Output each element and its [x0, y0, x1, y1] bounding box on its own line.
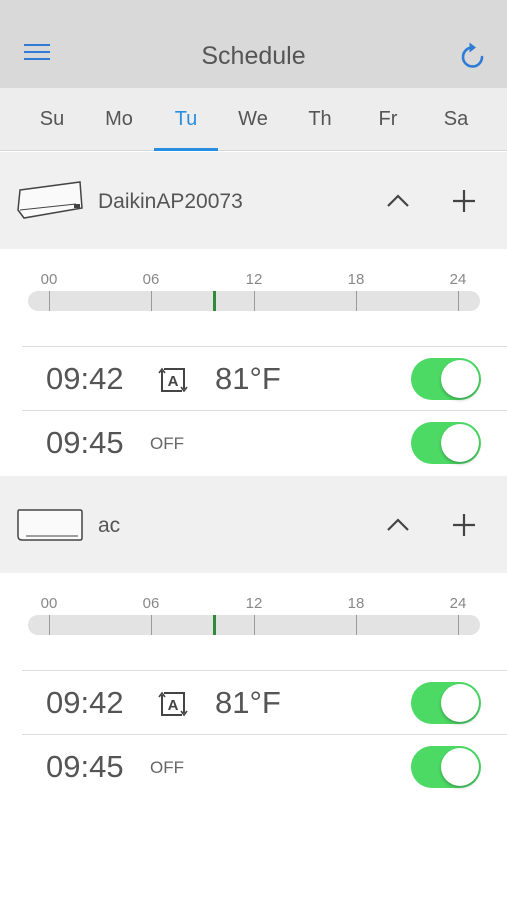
timeline-label: 18 — [347, 595, 365, 612]
entry-time: 09:45 — [46, 749, 124, 784]
svg-text:A: A — [168, 373, 179, 390]
entry-temperature: 81°F — [215, 361, 281, 396]
entry-toggle[interactable] — [411, 682, 481, 724]
entry-temperature: 81°F — [215, 685, 281, 720]
schedule-entry[interactable]: 09:42 A 81°F — [0, 671, 507, 735]
tab-friday[interactable]: Fr — [355, 88, 421, 151]
timeline-tick — [356, 615, 357, 635]
refresh-icon[interactable] — [456, 40, 490, 74]
toggle-knob — [441, 424, 479, 462]
timeline-tick — [458, 291, 459, 311]
entry-time: 09:42 — [46, 685, 124, 720]
tab-monday[interactable]: Mo — [86, 88, 152, 151]
plus-icon[interactable] — [448, 185, 480, 217]
timeline-label: 24 — [449, 271, 467, 288]
timeline-label: 12 — [245, 595, 263, 612]
device-header: DaikinAP20073 — [0, 152, 507, 249]
timeline-label: 06 — [142, 271, 160, 288]
toggle-knob — [441, 748, 479, 786]
timeline-tick — [151, 291, 152, 311]
tab-thursday[interactable]: Th — [287, 88, 353, 151]
tab-saturday[interactable]: Sa — [423, 88, 489, 151]
day-tabs: Su Mo Tu We Th Fr Sa — [0, 88, 507, 151]
entry-time: 09:42 — [46, 361, 124, 396]
entry-toggle[interactable] — [411, 422, 481, 464]
timeline-label: 12 — [245, 271, 263, 288]
device-name: ac — [98, 514, 121, 537]
entry-time: 09:45 — [46, 425, 124, 460]
device-header: ac — [0, 476, 507, 573]
chevron-up-icon[interactable] — [382, 509, 414, 541]
auto-mode-icon: A — [158, 365, 188, 395]
svg-text:A: A — [168, 697, 179, 714]
timeline-label: 00 — [40, 271, 58, 288]
tab-tuesday[interactable]: Tu — [153, 88, 219, 151]
timeline-tick — [458, 615, 459, 635]
air-conditioner-icon — [16, 180, 84, 222]
timeline-tick — [254, 291, 255, 311]
top-bar: Schedule — [0, 0, 507, 88]
chevron-up-icon[interactable] — [382, 185, 414, 217]
schedule-entry[interactable]: 09:45 OFF — [0, 735, 507, 799]
timeline-tick — [356, 291, 357, 311]
timeline-tick — [49, 615, 50, 635]
device-name: DaikinAP20073 — [98, 190, 243, 213]
timeline-tick — [254, 615, 255, 635]
auto-mode-icon: A — [158, 689, 188, 719]
timeline-label: 00 — [40, 595, 58, 612]
schedule-entry[interactable]: 09:42 A 81°F — [0, 347, 507, 411]
schedule-entry[interactable]: 09:45 OFF — [0, 411, 507, 475]
entry-state: OFF — [150, 758, 184, 777]
air-conditioner-icon — [16, 506, 84, 548]
entry-toggle[interactable] — [411, 746, 481, 788]
tab-wednesday[interactable]: We — [220, 88, 286, 151]
timeline-tick — [151, 615, 152, 635]
current-time-marker — [213, 291, 217, 311]
current-time-marker — [213, 615, 217, 635]
timeline-label: 18 — [347, 271, 365, 288]
schedule-timeline: 00 06 12 18 24 — [28, 595, 480, 655]
entry-state: OFF — [150, 434, 184, 453]
entry-toggle[interactable] — [411, 358, 481, 400]
page-title: Schedule — [201, 42, 306, 70]
toggle-knob — [441, 360, 479, 398]
tab-sunday[interactable]: Su — [19, 88, 85, 151]
plus-icon[interactable] — [448, 509, 480, 541]
timeline-label: 06 — [142, 595, 160, 612]
schedule-timeline: 00 06 12 18 24 — [28, 271, 480, 331]
timeline-label: 24 — [449, 595, 467, 612]
timeline-tick — [49, 291, 50, 311]
toggle-knob — [441, 684, 479, 722]
